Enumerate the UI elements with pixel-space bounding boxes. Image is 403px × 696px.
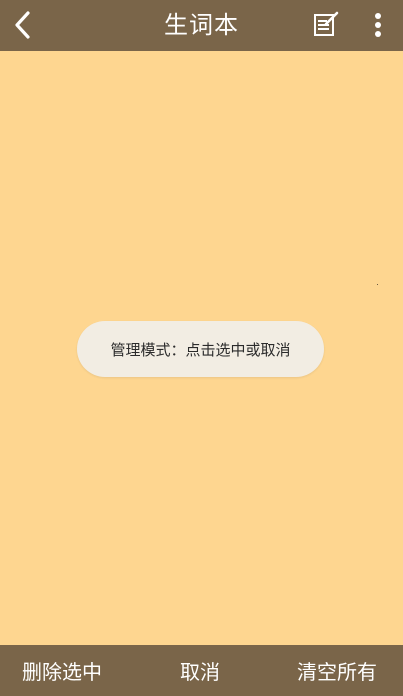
page-title: 生词本 <box>164 11 239 39</box>
toast-message: 管理模式：点击选中或取消 <box>77 321 324 377</box>
more-options-button[interactable] <box>366 10 390 40</box>
bottom-action-bar: 删除选中 取消 清空所有 <box>0 645 403 696</box>
edit-button[interactable] <box>311 8 341 40</box>
more-vert-icon <box>375 13 381 37</box>
word-list-area[interactable]: 管理模式：点击选中或取消 <box>0 51 403 645</box>
scroll-indicator-dot <box>377 284 378 285</box>
delete-selected-button[interactable]: 删除选中 <box>22 645 102 696</box>
top-app-bar: 生词本 <box>0 0 403 51</box>
cancel-button[interactable]: 取消 <box>180 645 220 696</box>
clear-all-button[interactable]: 清空所有 <box>297 645 377 696</box>
vocabulary-book-screen: 生词本 管理模式：点击选中或取消 删除选中 取消 清空所有 <box>0 0 403 696</box>
toast-text: 管理模式：点击选中或取消 <box>110 340 291 359</box>
edit-note-icon <box>314 11 339 36</box>
